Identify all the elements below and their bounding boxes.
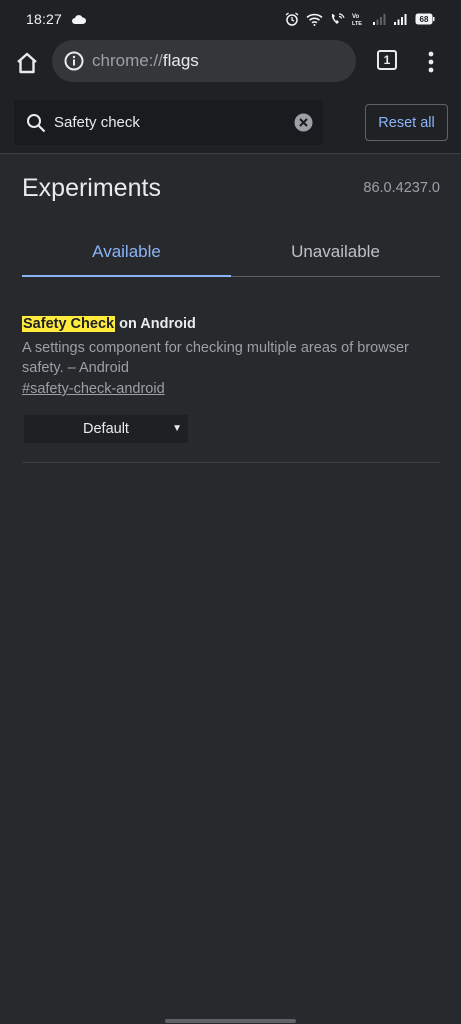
signal-icon [394, 14, 407, 25]
version-label: 86.0.4237.0 [363, 180, 440, 196]
wifi-icon [306, 13, 323, 26]
svg-text:Vo: Vo [352, 14, 360, 20]
search-icon [27, 113, 46, 132]
signal-weak-icon [373, 14, 386, 25]
experiment-title-rest: on Android [115, 316, 196, 332]
experiment-permalink[interactable]: #safety-check-android [22, 381, 165, 397]
tab-bar: Available Unavailable [22, 228, 440, 277]
dropdown-caret-icon: ▼ [172, 423, 182, 434]
url-text: chrome://flags [92, 51, 199, 71]
search-input[interactable] [54, 114, 284, 131]
select-value: Default [83, 421, 129, 437]
experiment-description: A settings component for checking multip… [22, 340, 409, 376]
tab-unavailable[interactable]: Unavailable [231, 228, 440, 276]
wifi-calling-icon [331, 13, 345, 24]
experiment-state-select[interactable]: Default ▼ [24, 415, 188, 443]
status-time: 18:27 [26, 11, 63, 27]
flags-search-bar: Reset all [0, 88, 461, 154]
battery-icon: 68 [415, 13, 435, 25]
battery-level: 68 [420, 15, 429, 24]
experiment-item: Safety Check on Android A settings compo… [22, 314, 440, 463]
tab-switcher-button[interactable]: 1 [377, 50, 397, 70]
search-match-highlight: Safety Check [22, 316, 116, 332]
url-scheme: chrome:// [92, 51, 163, 70]
omnibox[interactable]: chrome://flags [52, 40, 356, 82]
url-host: flags [162, 51, 199, 70]
cloud-icon [72, 14, 87, 24]
more-options-icon[interactable] [426, 50, 436, 74]
alarm-icon [285, 12, 299, 26]
clear-search-icon[interactable] [294, 113, 313, 132]
search-box[interactable] [14, 100, 323, 145]
home-icon[interactable] [14, 50, 40, 76]
page-title: Experiments [22, 174, 161, 202]
status-bar: 18:27 Vo LTE 68 [0, 0, 461, 38]
reset-all-button[interactable]: Reset all [365, 104, 448, 141]
volte-icon: Vo LTE [352, 14, 362, 26]
gesture-nav-handle[interactable] [165, 1019, 296, 1023]
tab-available[interactable]: Available [22, 228, 231, 277]
experiment-title: Safety Check on Android [22, 314, 440, 334]
browser-toolbar: chrome://flags 1 [0, 38, 461, 88]
svg-text:LTE: LTE [352, 21, 362, 26]
info-icon[interactable] [64, 51, 84, 71]
